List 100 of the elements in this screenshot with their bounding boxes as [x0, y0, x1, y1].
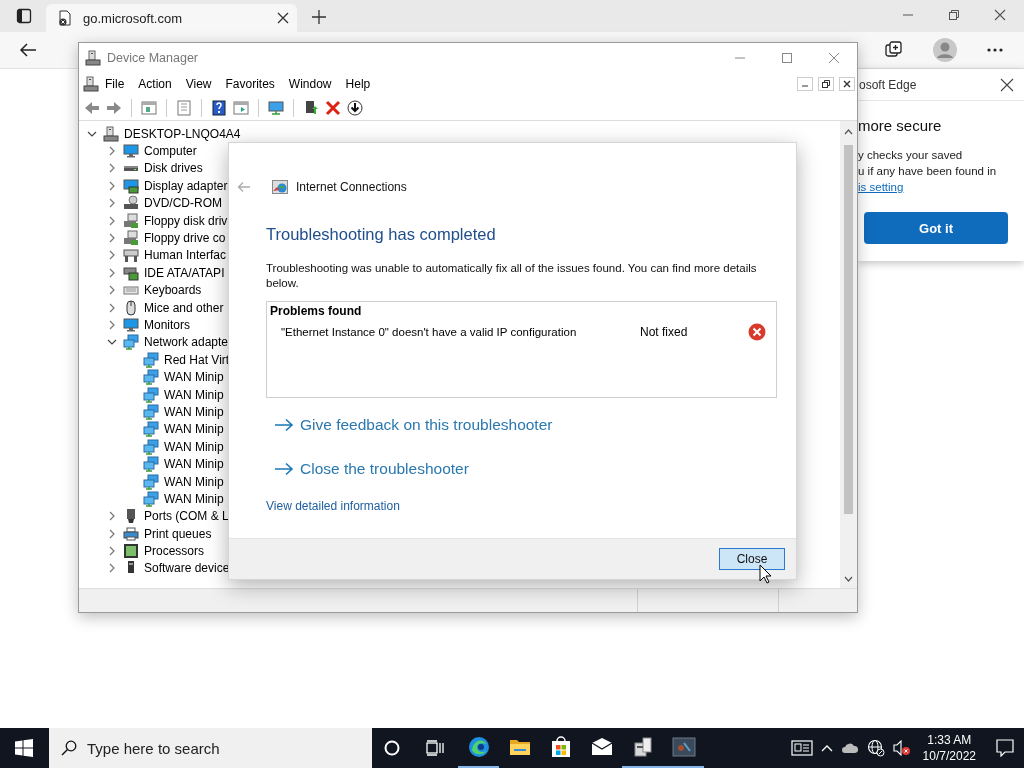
settings-link[interactable]: is setting — [858, 179, 1024, 195]
tree-item[interactable]: Disk drives — [143, 161, 203, 176]
arrow-right-icon — [274, 462, 294, 476]
tab-actions-icon[interactable] — [16, 8, 32, 24]
start-icon[interactable] — [15, 739, 33, 757]
chevron-right-icon[interactable] — [109, 285, 115, 296]
cloud-icon[interactable] — [840, 742, 859, 754]
menu-item[interactable]: Window — [282, 77, 340, 91]
chevron-down-icon[interactable] — [107, 339, 117, 346]
menu-item[interactable]: Help — [339, 77, 379, 91]
chevron-right-icon[interactable] — [109, 233, 115, 244]
chevron-right-icon[interactable] — [109, 250, 115, 261]
chevron-right-icon[interactable] — [109, 163, 115, 174]
tree-item[interactable]: Floppy disk driv — [143, 213, 228, 228]
tree-item[interactable]: Red Hat Virt — [163, 352, 230, 367]
tree-item[interactable]: DVD/CD-ROM — [143, 196, 222, 211]
chevron-right-icon[interactable] — [109, 563, 115, 574]
chevron-down-icon[interactable] — [87, 130, 97, 137]
monitor-icon[interactable] — [268, 99, 284, 116]
new-tab-icon[interactable] — [311, 9, 327, 25]
more-icon[interactable] — [987, 48, 1003, 52]
minimize-icon[interactable] — [797, 77, 813, 91]
forward-arrow-icon[interactable] — [106, 99, 122, 116]
tree-item[interactable]: DESKTOP-LNQO4A4 — [123, 126, 241, 141]
search-field[interactable]: Type here to search — [49, 728, 372, 768]
notifications-icon[interactable] — [996, 739, 1014, 757]
tree-item[interactable]: Monitors — [143, 318, 190, 332]
computer-icon — [103, 125, 119, 142]
tree-item[interactable]: Network adapte — [143, 335, 229, 350]
restore-icon[interactable] — [948, 9, 960, 21]
delete-icon[interactable] — [325, 99, 341, 116]
details-link[interactable]: View detailed information — [266, 499, 400, 513]
chevron-right-icon[interactable] — [109, 215, 115, 226]
window-pane-icon[interactable] — [233, 99, 249, 116]
menu-item[interactable]: Action — [132, 77, 180, 91]
scroll-down-icon[interactable] — [844, 576, 853, 582]
clock-date[interactable]: 10/7/2022 — [922, 748, 976, 764]
tree-item[interactable]: WAN Minip — [163, 370, 224, 385]
tree-item[interactable]: WAN Minip — [163, 491, 224, 506]
tree-item[interactable]: Software device — [143, 561, 230, 576]
popup-text: y checks your saved — [858, 148, 964, 163]
close-icon[interactable] — [994, 9, 1006, 21]
tree-item[interactable]: Print queues — [143, 526, 212, 541]
tree-item[interactable]: WAN Minip — [163, 457, 224, 472]
cortana-icon[interactable] — [384, 740, 400, 756]
update-driver-icon[interactable] — [303, 99, 319, 116]
menu-item[interactable]: Favorites — [219, 77, 283, 91]
tree-item[interactable]: WAN Minip — [163, 387, 224, 402]
back-arrow-icon[interactable] — [19, 42, 37, 58]
collections-icon[interactable] — [885, 41, 903, 59]
news-icon[interactable] — [790, 740, 813, 756]
chevron-up-icon[interactable] — [820, 744, 833, 752]
maximize-icon[interactable] — [781, 52, 793, 64]
chevron-right-icon[interactable] — [109, 267, 115, 278]
globe-icon[interactable] — [866, 739, 885, 757]
menu-item[interactable]: File — [99, 77, 133, 91]
clock-time[interactable]: 1:33 AM — [927, 732, 972, 748]
close-button[interactable]: Close — [719, 548, 785, 570]
chevron-right-icon[interactable] — [109, 546, 115, 557]
close-icon[interactable] — [1000, 77, 1014, 92]
close-icon[interactable] — [277, 12, 289, 24]
task-view-icon[interactable] — [426, 740, 444, 756]
chevron-right-icon[interactable] — [109, 198, 115, 209]
restore-icon[interactable] — [818, 77, 834, 91]
tree-item[interactable]: IDE ATA/ATAPI — [143, 265, 225, 280]
chevron-right-icon[interactable] — [109, 180, 115, 191]
speaker-muted-icon[interactable] — [892, 740, 911, 756]
scrollbar[interactable] — [840, 121, 857, 588]
network-adapter-icon — [143, 421, 159, 438]
problem-text: "Ethernet Instance 0" doesn't have a valid IP configuration — [281, 326, 578, 338]
tree-item[interactable]: Human Interfac — [143, 248, 227, 263]
help-icon[interactable] — [211, 99, 227, 116]
tree-item[interactable]: Floppy drive co — [143, 231, 226, 246]
tree-item[interactable]: WAN Minip — [163, 474, 224, 489]
chevron-right-icon[interactable] — [109, 146, 115, 157]
tree-item[interactable]: Display adapter — [143, 178, 228, 193]
tree-item[interactable]: Ports (COM & L — [143, 509, 229, 524]
tree-item[interactable]: Mice and other — [143, 300, 224, 315]
tree-item[interactable]: WAN Minip — [163, 422, 224, 437]
browser-tab[interactable]: go.microsoft.com — [46, 4, 297, 32]
link[interactable]: Give feedback on this troubleshooter — [300, 416, 553, 434]
menu-item[interactable]: View — [179, 77, 220, 91]
tree-item[interactable]: Computer — [143, 144, 197, 159]
scroll-thumb[interactable] — [844, 145, 853, 514]
tree-item[interactable]: WAN Minip — [163, 404, 224, 419]
tree-item[interactable]: Keyboards — [143, 283, 202, 298]
link[interactable]: Close the troubleshooter — [300, 460, 469, 478]
input-device-icon — [123, 247, 139, 264]
profile-avatar-icon[interactable] — [933, 38, 957, 62]
tree-item[interactable]: WAN Minip — [163, 439, 224, 454]
scroll-up-icon[interactable] — [844, 129, 853, 135]
chevron-right-icon[interactable] — [109, 320, 115, 330]
chevron-right-icon[interactable] — [109, 528, 115, 539]
got-it-button[interactable]: Got it — [864, 212, 1008, 244]
chevron-right-icon[interactable] — [109, 302, 115, 313]
chevron-right-icon[interactable] — [109, 511, 115, 522]
download-icon[interactable] — [347, 99, 363, 116]
tree-item[interactable]: Processors — [143, 544, 205, 559]
panel-heading: Problems found — [270, 304, 363, 318]
window-pane-icon[interactable] — [141, 99, 157, 116]
